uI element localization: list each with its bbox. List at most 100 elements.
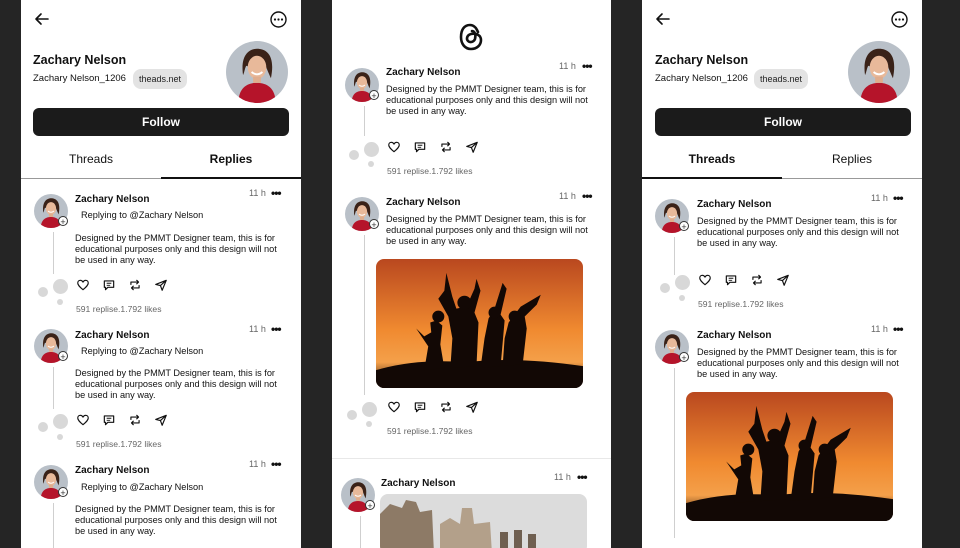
post-text-line: be used in any way. (697, 238, 778, 248)
tab-threads[interactable]: Threads (642, 152, 782, 166)
tab-threads[interactable]: Threads (21, 152, 161, 166)
repost-icon[interactable] (128, 278, 142, 292)
post-more-icon[interactable]: ••• (271, 457, 282, 471)
post-more-icon[interactable]: ••• (893, 322, 904, 336)
reply-avatar-bubble (347, 410, 357, 420)
heart-icon[interactable] (76, 413, 90, 427)
post-author[interactable]: Zachary Nelson (381, 478, 455, 489)
post-stats[interactable]: 591 replise.1.792 likes (387, 426, 473, 436)
share-icon[interactable] (776, 273, 790, 287)
post-time: 11 h (249, 324, 266, 334)
post-more-icon[interactable]: ••• (893, 191, 904, 205)
comment-icon[interactable] (413, 400, 427, 414)
heart-icon[interactable] (387, 140, 401, 154)
post-author[interactable]: Zachary Nelson (386, 197, 460, 208)
add-follow-icon[interactable]: + (679, 352, 689, 363)
post-time: 11 h (249, 459, 266, 469)
add-follow-icon[interactable]: + (369, 219, 379, 230)
repost-icon[interactable] (439, 140, 453, 154)
thread-line (360, 516, 361, 548)
thread-line (364, 235, 365, 395)
add-follow-icon[interactable]: + (58, 487, 68, 498)
post-text-line: educational purposes only and this desig… (697, 227, 899, 237)
repost-icon[interactable] (128, 413, 142, 427)
reply-avatar-bubble (679, 295, 685, 301)
post-author[interactable]: Zachary Nelson (697, 330, 771, 341)
back-arrow-icon[interactable] (34, 12, 50, 26)
comment-icon[interactable] (724, 273, 738, 287)
follow-button[interactable]: Follow (33, 108, 289, 136)
post-more-icon[interactable]: ••• (271, 186, 282, 200)
feed-screen: + Zachary Nelson 11 h ••• Designed by th… (332, 0, 611, 548)
thread-line (674, 368, 675, 538)
more-options-icon[interactable] (891, 11, 908, 28)
replying-to[interactable]: Replying to @Zachary Nelson (81, 346, 203, 357)
add-follow-icon[interactable]: + (365, 500, 375, 511)
thread-line (53, 503, 54, 548)
post-time: 11 h (871, 324, 888, 334)
post-author[interactable]: Zachary Nelson (386, 67, 460, 78)
share-icon[interactable] (154, 413, 168, 427)
repost-icon[interactable] (750, 273, 764, 287)
post-text-line: be used in any way. (75, 526, 156, 536)
post-image-sunset[interactable] (376, 259, 583, 388)
post-text-line: Designed by the PMMT Designer team, this… (386, 84, 586, 94)
share-icon[interactable] (465, 400, 479, 414)
comment-icon[interactable] (413, 140, 427, 154)
reply-avatar-bubble (660, 283, 670, 293)
post-image-buildings[interactable] (380, 494, 587, 548)
share-icon[interactable] (154, 278, 168, 292)
post-more-icon[interactable]: ••• (582, 189, 593, 203)
back-arrow-icon[interactable] (655, 12, 671, 26)
tab-replies[interactable]: Replies (782, 152, 922, 166)
add-follow-icon[interactable]: + (58, 351, 68, 362)
add-follow-icon[interactable]: + (369, 90, 379, 101)
post-author[interactable]: Zachary Nelson (697, 199, 771, 210)
profile-name: Zachary Nelson (33, 53, 127, 67)
profile-handle: Zachary Nelson_1206 (33, 73, 126, 84)
post-more-icon[interactable]: ••• (271, 322, 282, 336)
post-text-line: Designed by the PMMT Designer team, this… (697, 216, 897, 226)
threads-logo-icon[interactable] (457, 22, 485, 52)
post-time: 11 h (871, 193, 888, 203)
post-stats[interactable]: 591 replise.1.792 likes (76, 304, 162, 314)
share-icon[interactable] (465, 140, 479, 154)
profile-link-badge[interactable]: theads.net (754, 69, 809, 89)
thread-line (53, 367, 54, 409)
post-more-icon[interactable]: ••• (582, 59, 593, 73)
post-stats[interactable]: 591 replise.1.792 likes (698, 299, 784, 309)
heart-icon[interactable] (698, 273, 712, 287)
heart-icon[interactable] (76, 278, 90, 292)
add-follow-icon[interactable]: + (58, 216, 68, 227)
post-text-line: be used in any way. (75, 390, 156, 400)
add-follow-icon[interactable]: + (679, 221, 689, 232)
post-time: 11 h (559, 191, 576, 201)
replying-to[interactable]: Replying to @Zachary Nelson (81, 482, 203, 493)
post-more-icon[interactable]: ••• (577, 470, 588, 484)
heart-icon[interactable] (387, 400, 401, 414)
comment-icon[interactable] (102, 278, 116, 292)
replying-to[interactable]: Replying to @Zachary Nelson (81, 210, 203, 221)
comment-icon[interactable] (102, 413, 116, 427)
repost-icon[interactable] (439, 400, 453, 414)
reply-avatar-bubble (364, 142, 379, 157)
post-author[interactable]: Zachary Nelson (75, 465, 149, 476)
post-image-sunset[interactable] (686, 392, 893, 521)
follow-button[interactable]: Follow (655, 108, 911, 136)
reply-avatar-bubble (362, 402, 377, 417)
profile-handle: Zachary Nelson_1206 (655, 73, 748, 84)
post-time: 11 h (249, 188, 266, 198)
post-stats[interactable]: 591 replise.1.792 likes (387, 166, 473, 176)
post-author[interactable]: Zachary Nelson (75, 194, 149, 205)
more-options-icon[interactable] (270, 11, 287, 28)
post-text-line: educational purposes only and this desig… (697, 358, 899, 368)
post-stats[interactable]: 591 replise.1.792 likes (76, 439, 162, 449)
post-text-line: be used in any way. (386, 236, 467, 246)
profile-link-badge[interactable]: theads.net (133, 69, 188, 89)
post-time: 11 h (559, 61, 576, 71)
tab-replies[interactable]: Replies (161, 152, 301, 166)
post-text-line: Designed by the PMMT Designer team, this… (386, 214, 586, 224)
reply-avatar-bubble (53, 279, 68, 294)
reply-avatar-bubble (675, 275, 690, 290)
post-author[interactable]: Zachary Nelson (75, 330, 149, 341)
